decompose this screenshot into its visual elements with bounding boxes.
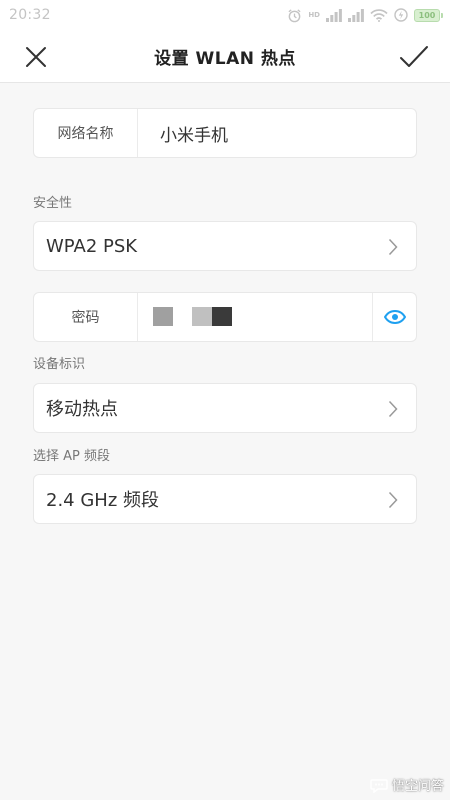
- security-value: WPA2 PSK: [46, 235, 138, 257]
- security-select[interactable]: WPA2 PSK: [33, 221, 417, 271]
- ap-band-value: 2.4 GHz 频段: [46, 490, 160, 511]
- device-id-select[interactable]: 移动热点: [33, 383, 417, 433]
- password-mask-char: [192, 307, 212, 326]
- battery-icon: 100: [414, 8, 443, 22]
- watermark: 悟空问答: [370, 775, 444, 794]
- status-time: 20:32: [9, 7, 51, 23]
- title-bar: 设置 WLAN 热点: [0, 30, 450, 83]
- charging-icon: [394, 8, 408, 22]
- password-mask-char: [212, 307, 232, 326]
- battery-level: 100: [418, 10, 436, 20]
- password-mask-char: [153, 307, 173, 326]
- security-section-label: 安全性: [33, 196, 73, 211]
- chevron-right-icon: [388, 491, 398, 509]
- confirm-button[interactable]: [398, 42, 430, 72]
- toggle-password-visibility-button[interactable]: [372, 293, 416, 341]
- ap-band-section-label: 选择 AP 频段: [33, 449, 110, 464]
- status-icons: HD 100: [287, 8, 443, 23]
- ap-band-select[interactable]: 2.4 GHz 频段: [33, 474, 417, 524]
- watermark-text: 悟空问答: [391, 779, 444, 794]
- cell-signal-icon-2: [348, 8, 364, 22]
- password-input[interactable]: [138, 293, 372, 341]
- page-title: 设置 WLAN 热点: [154, 49, 296, 69]
- network-name-input[interactable]: 小米手机: [138, 121, 228, 146]
- eye-icon: [383, 310, 406, 324]
- chevron-right-icon: [388, 238, 398, 256]
- password-label: 密码: [34, 293, 138, 341]
- chevron-right-icon: [388, 400, 398, 418]
- device-id-section-label: 设备标识: [33, 357, 86, 372]
- alarm-icon: [288, 8, 301, 22]
- wifi-icon: [370, 8, 388, 22]
- checkmark-icon: [400, 46, 428, 67]
- cell-signal-icon: [326, 8, 342, 22]
- network-name-label: 网络名称: [34, 109, 138, 157]
- device-id-value: 移动热点: [46, 399, 118, 420]
- hd-signal-label: HD: [308, 11, 320, 19]
- network-name-field: 网络名称 小米手机: [33, 108, 417, 158]
- status-bar: 20:32 HD 100: [0, 0, 450, 30]
- password-field: 密码: [33, 292, 417, 342]
- wukong-logo-icon: [370, 778, 388, 793]
